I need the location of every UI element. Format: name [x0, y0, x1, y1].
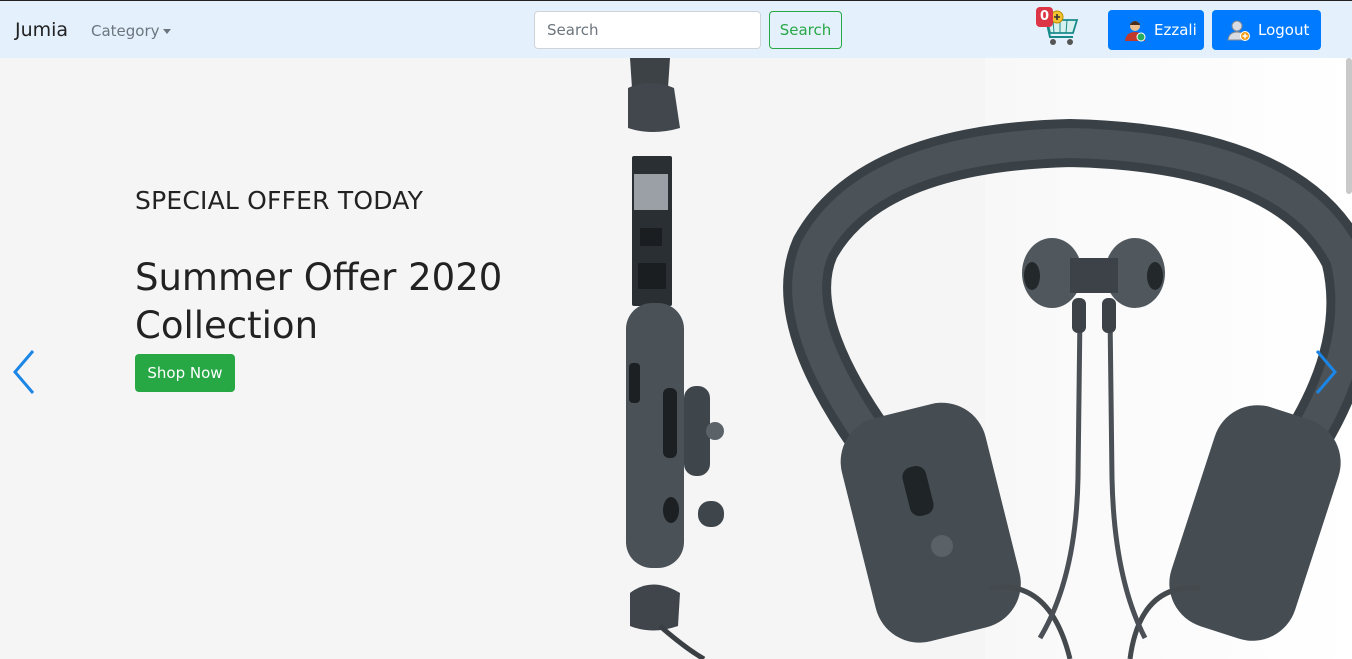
- logout-button[interactable]: Logout: [1212, 10, 1321, 50]
- category-dropdown[interactable]: Category: [91, 22, 160, 40]
- neckband-earphones-image: [626, 58, 1352, 659]
- shop-now-button[interactable]: Shop Now: [135, 354, 235, 392]
- search-button[interactable]: Search: [769, 11, 842, 49]
- search-input[interactable]: [534, 11, 761, 49]
- chevron-right-icon[interactable]: [1313, 348, 1339, 396]
- offer-title: Summer Offer 2020 Collection: [135, 256, 503, 347]
- hero-carousel: SPECIAL OFFER TODAY Summer Offer 2020 Co…: [0, 58, 1352, 659]
- brand-link[interactable]: Jumia: [15, 19, 68, 41]
- user-avatar-icon: [1125, 21, 1146, 42]
- user-profile-button[interactable]: Ezzali: [1108, 10, 1204, 50]
- page-scrollbar[interactable]: [1346, 58, 1352, 194]
- user-name-label: Ezzali: [1154, 21, 1197, 39]
- offer-subtitle: SPECIAL OFFER TODAY: [135, 186, 424, 215]
- chevron-left-icon[interactable]: [11, 348, 37, 396]
- cart-count-badge: 0: [1036, 7, 1053, 27]
- navbar: Jumia Category Search 0 Ezzali Logout: [0, 0, 1352, 58]
- logout-label: Logout: [1258, 21, 1310, 39]
- logout-user-icon: [1227, 20, 1250, 41]
- caret-down-icon[interactable]: [163, 29, 171, 34]
